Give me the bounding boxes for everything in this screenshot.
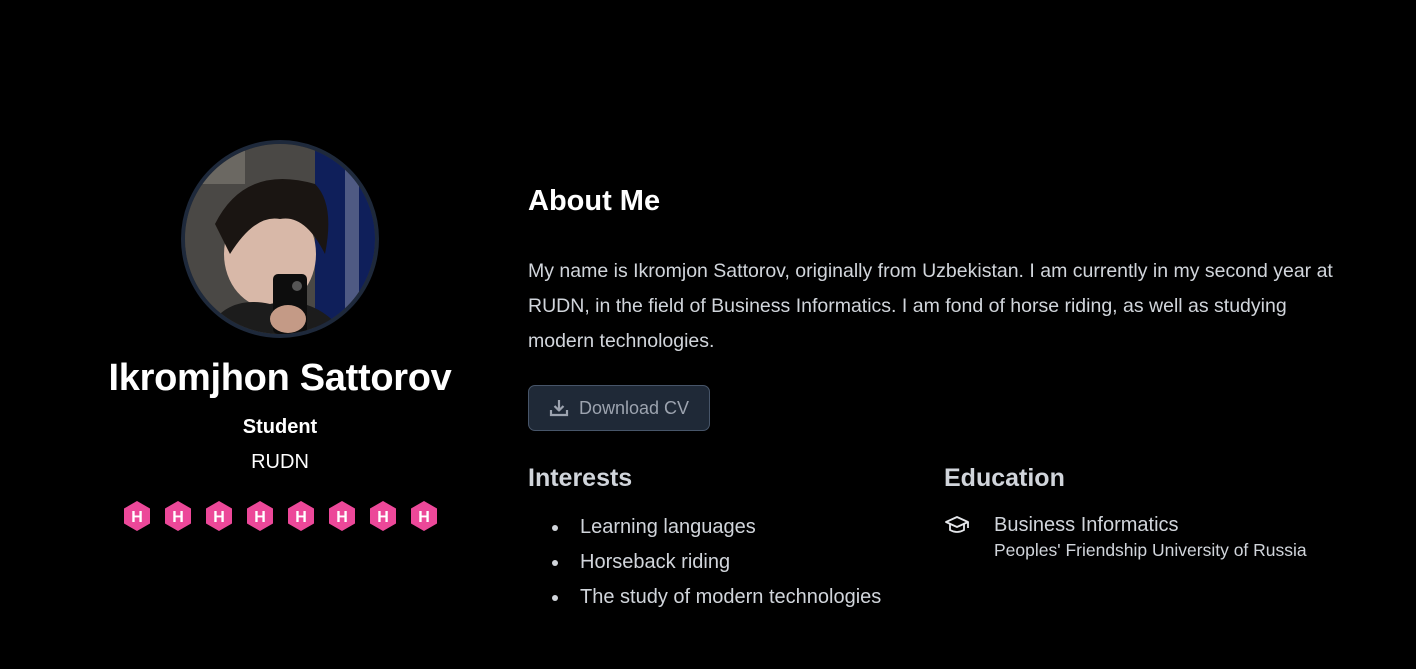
download-cv-button[interactable]: Download CV (528, 385, 711, 431)
list-item: The study of modern technologies (528, 580, 928, 615)
hexagon-h-badge-icon[interactable]: H (408, 500, 440, 532)
graduation-cap-icon (944, 512, 980, 562)
badge-letter: H (336, 509, 348, 526)
interest-label: Learning languages (580, 516, 756, 538)
badge-letter: H (172, 509, 184, 526)
education-title: Education (944, 464, 1065, 492)
download-cv-label: Download CV (579, 397, 690, 418)
download-icon (549, 400, 569, 417)
profile-organization: RUDN (251, 451, 309, 473)
interests-section: Interests Learning languages Horseback r… (528, 462, 928, 615)
badge-letter: H (295, 509, 307, 526)
badge-row: HHHHHHHH (121, 500, 440, 532)
hexagon-h-badge-icon[interactable]: H (244, 500, 276, 532)
hexagon-h-badge-icon[interactable]: H (121, 500, 153, 532)
profile-role: Student (242, 416, 318, 438)
badge-letter: H (213, 509, 225, 526)
profile-card: Ikromjhon Sattorov Student RUDN H H H H H H H H (80, 140, 480, 532)
avatar-photo (185, 144, 375, 334)
badge-letter: H (377, 509, 389, 526)
interest-label: The study of modern technologies (580, 586, 882, 608)
interest-label: Horseback riding (580, 551, 731, 573)
interests-list: Learning languages Horseback riding The … (528, 510, 928, 615)
hexagon-h-badge-icon[interactable]: H (285, 500, 317, 532)
badge-letter: H (418, 509, 430, 526)
education-institution: Peoples' Friendship University of Russia (994, 540, 1307, 560)
education-degree: Business Informatics (994, 514, 1179, 536)
hexagon-h-badge-icon[interactable]: H (203, 500, 235, 532)
list-item: Horseback riding (528, 545, 928, 580)
avatar (181, 140, 379, 338)
about-text: My name is Ikromjon Sattorov, originally… (528, 260, 1333, 352)
hexagon-h-badge-icon[interactable]: H (162, 500, 194, 532)
profile-page: Ikromjhon Sattorov Student RUDN H H H H H H H H… (0, 0, 1416, 669)
profile-name: Ikromjhon Sattorov (108, 357, 452, 399)
about-title: About Me (528, 185, 661, 217)
about-section: About Me My name is Ikromjon Sattorov, o… (528, 182, 1358, 431)
badge-letter: H (254, 509, 266, 526)
interests-title: Interests (528, 464, 633, 492)
hexagon-h-badge-icon[interactable]: H (326, 500, 358, 532)
education-item: Business Informatics Peoples' Friendship… (944, 512, 1364, 562)
education-section: Education Business Informatics Peoples' … (944, 462, 1364, 562)
hexagon-h-badge-icon[interactable]: H (367, 500, 399, 532)
badge-letter: H (131, 509, 143, 526)
list-item: Learning languages (528, 510, 928, 545)
